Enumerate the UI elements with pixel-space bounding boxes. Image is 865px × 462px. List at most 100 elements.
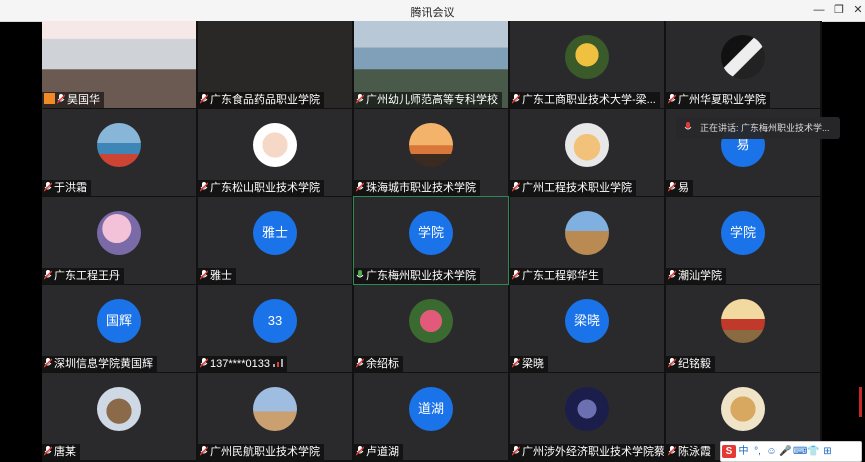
ime-toolbar[interactable]: S 中 °, ☺ 🎤 ⌨ 👕 ⊞ [720, 441, 862, 462]
ime-voice-icon[interactable]: 🎤 [779, 445, 792, 458]
participant-tile[interactable]: 广州幼儿师范高等专科学校 [354, 21, 508, 108]
participant-name-label: 余绍标 [354, 356, 403, 372]
participant-name: 易 [678, 182, 689, 194]
mic-icon [356, 358, 364, 368]
participant-tile[interactable]: 33 137****0133 [198, 285, 352, 372]
avatar-initials: 梁晓 [565, 299, 609, 343]
ime-keyboard-icon[interactable]: ⌨ [793, 445, 807, 458]
avatar-initials: 33 [253, 299, 297, 343]
participant-tile[interactable]: 广东工程郭华生 [510, 197, 664, 284]
participant-tile[interactable]: 广州华夏职业学院 [666, 21, 820, 108]
participant-name-label: 137****0133 [198, 356, 287, 372]
ime-toolbox-icon[interactable]: ⊞ [821, 445, 834, 458]
ime-emoji-icon[interactable]: ☺ [765, 445, 778, 458]
participant-name: 广东松山职业技术学院 [210, 182, 320, 194]
participant-name-label: 广东工商职业技术大学-梁... [510, 92, 660, 108]
avatar [565, 123, 609, 167]
participant-name-label: 梁晓 [510, 356, 548, 372]
avatar [565, 211, 609, 255]
participant-tile[interactable]: 纪铭毅 [666, 285, 820, 372]
participant-name: 广东工程王丹 [54, 270, 120, 282]
avatar [97, 123, 141, 167]
ime-skin-icon[interactable]: 👕 [807, 445, 820, 458]
avatar [253, 123, 297, 167]
mic-icon [200, 446, 208, 456]
avatar-initials: 道湖 [409, 387, 453, 431]
participant-tile[interactable]: 于洪霜 [42, 109, 196, 196]
participant-name-label: 广东松山职业技术学院 [198, 180, 324, 196]
avatar-initials: 国辉 [97, 299, 141, 343]
participant-name: 陈泳霞 [678, 446, 711, 458]
participant-name-label: 深圳信息学院黄国辉 [42, 356, 157, 372]
participant-name-label: 广州华夏职业学院 [666, 92, 770, 108]
participant-grid: 昊国华 广东食品药品职业学院 广州幼儿师范高等专科学校 广东工商职业技术大学-梁...… [42, 21, 822, 462]
mic-icon [512, 182, 520, 192]
participant-name: 广州工程技术职业学院 [522, 182, 632, 194]
participant-tile[interactable]: 广东工商职业技术大学-梁... [510, 21, 664, 108]
scroll-indicator[interactable] [859, 387, 862, 417]
mic-icon [356, 182, 364, 192]
participant-tile[interactable]: 广东松山职业技术学院 [198, 109, 352, 196]
participant-name-label: 广东工程郭华生 [510, 268, 603, 284]
participant-tile[interactable]: 道湖卢道湖 [354, 373, 508, 460]
participant-name: 昊国华 [67, 94, 100, 106]
sogou-logo-icon[interactable]: S [722, 445, 736, 458]
participant-name: 137****0133 [210, 358, 270, 370]
participant-name-label: 珠海城市职业技术学院 [354, 180, 480, 196]
mic-icon [512, 446, 520, 456]
participant-name-label: 广州工程技术职业学院 [510, 180, 636, 196]
participant-name-label: 广州涉外经济职业技术学院蔡... [510, 444, 664, 460]
participant-name-label: 广东工程王丹 [42, 268, 124, 284]
avatar [721, 35, 765, 79]
participant-name: 广东食品药品职业学院 [210, 94, 320, 106]
avatar [409, 123, 453, 167]
participant-tile[interactable]: 学院潮汕学院 [666, 197, 820, 284]
speaking-indicator: 正在讲话: 广东梅州职业技术学... [676, 117, 840, 139]
mic-icon [44, 182, 52, 192]
mic-icon [200, 182, 208, 192]
participant-name-label: 于洪霜 [42, 180, 91, 196]
mic-icon [512, 94, 520, 104]
participant-tile[interactable]: 余绍标 [354, 285, 508, 372]
participant-tile[interactable]: 广州民航职业技术学院 [198, 373, 352, 460]
participant-name-label: 易 [666, 180, 693, 196]
ime-punct-icon[interactable]: °, [751, 445, 764, 458]
participant-tile[interactable]: 梁晓 梁晓 [510, 285, 664, 372]
participant-name-label: 陈泳霞 [666, 444, 715, 460]
participant-name: 余绍标 [366, 358, 399, 370]
mic-icon [200, 94, 208, 104]
participant-tile[interactable]: 广东食品药品职业学院 [198, 21, 352, 108]
participant-name-label: 广东梅州职业技术学院 [354, 268, 480, 284]
mic-icon [668, 446, 676, 456]
participant-tile[interactable]: 广东工程王丹 [42, 197, 196, 284]
participant-name-label: 雅士 [198, 268, 236, 284]
mic-icon [200, 270, 208, 280]
participant-name: 潮汕学院 [678, 270, 722, 282]
participant-name-label: 纪铭毅 [666, 356, 715, 372]
host-icon [44, 93, 55, 104]
avatar-initials: 雅士 [253, 211, 297, 255]
avatar [253, 387, 297, 431]
avatar-initials: 学院 [721, 211, 765, 255]
maximize-button[interactable]: ❐ [829, 2, 849, 18]
participant-tile[interactable]: 昊国华 [42, 21, 196, 108]
participant-name: 卢道湖 [366, 446, 399, 458]
participant-tile[interactable]: 唐某 [42, 373, 196, 460]
participant-tile[interactable]: 广州涉外经济职业技术学院蔡... [510, 373, 664, 460]
speaking-mic-icon [684, 122, 692, 130]
avatar [721, 387, 765, 431]
avatar [565, 387, 609, 431]
participant-tile[interactable]: 珠海城市职业技术学院 [354, 109, 508, 196]
ime-mode[interactable]: 中 [737, 445, 750, 458]
close-button[interactable]: ✕ [848, 2, 865, 18]
participant-name: 广州涉外经济职业技术学院蔡... [522, 446, 664, 458]
minimize-button[interactable]: — [809, 2, 829, 18]
participant-name-label: 广东食品药品职业学院 [198, 92, 324, 108]
mic-icon [668, 358, 676, 368]
participant-name-label: 潮汕学院 [666, 268, 726, 284]
participant-tile[interactable]: 雅士 雅士 [198, 197, 352, 284]
participant-tile[interactable]: 广州工程技术职业学院 [510, 109, 664, 196]
participant-tile[interactable]: 学院 广东梅州职业技术学院 [353, 196, 509, 285]
mic-icon [57, 94, 65, 104]
participant-tile[interactable]: 国辉深圳信息学院黄国辉 [42, 285, 196, 372]
